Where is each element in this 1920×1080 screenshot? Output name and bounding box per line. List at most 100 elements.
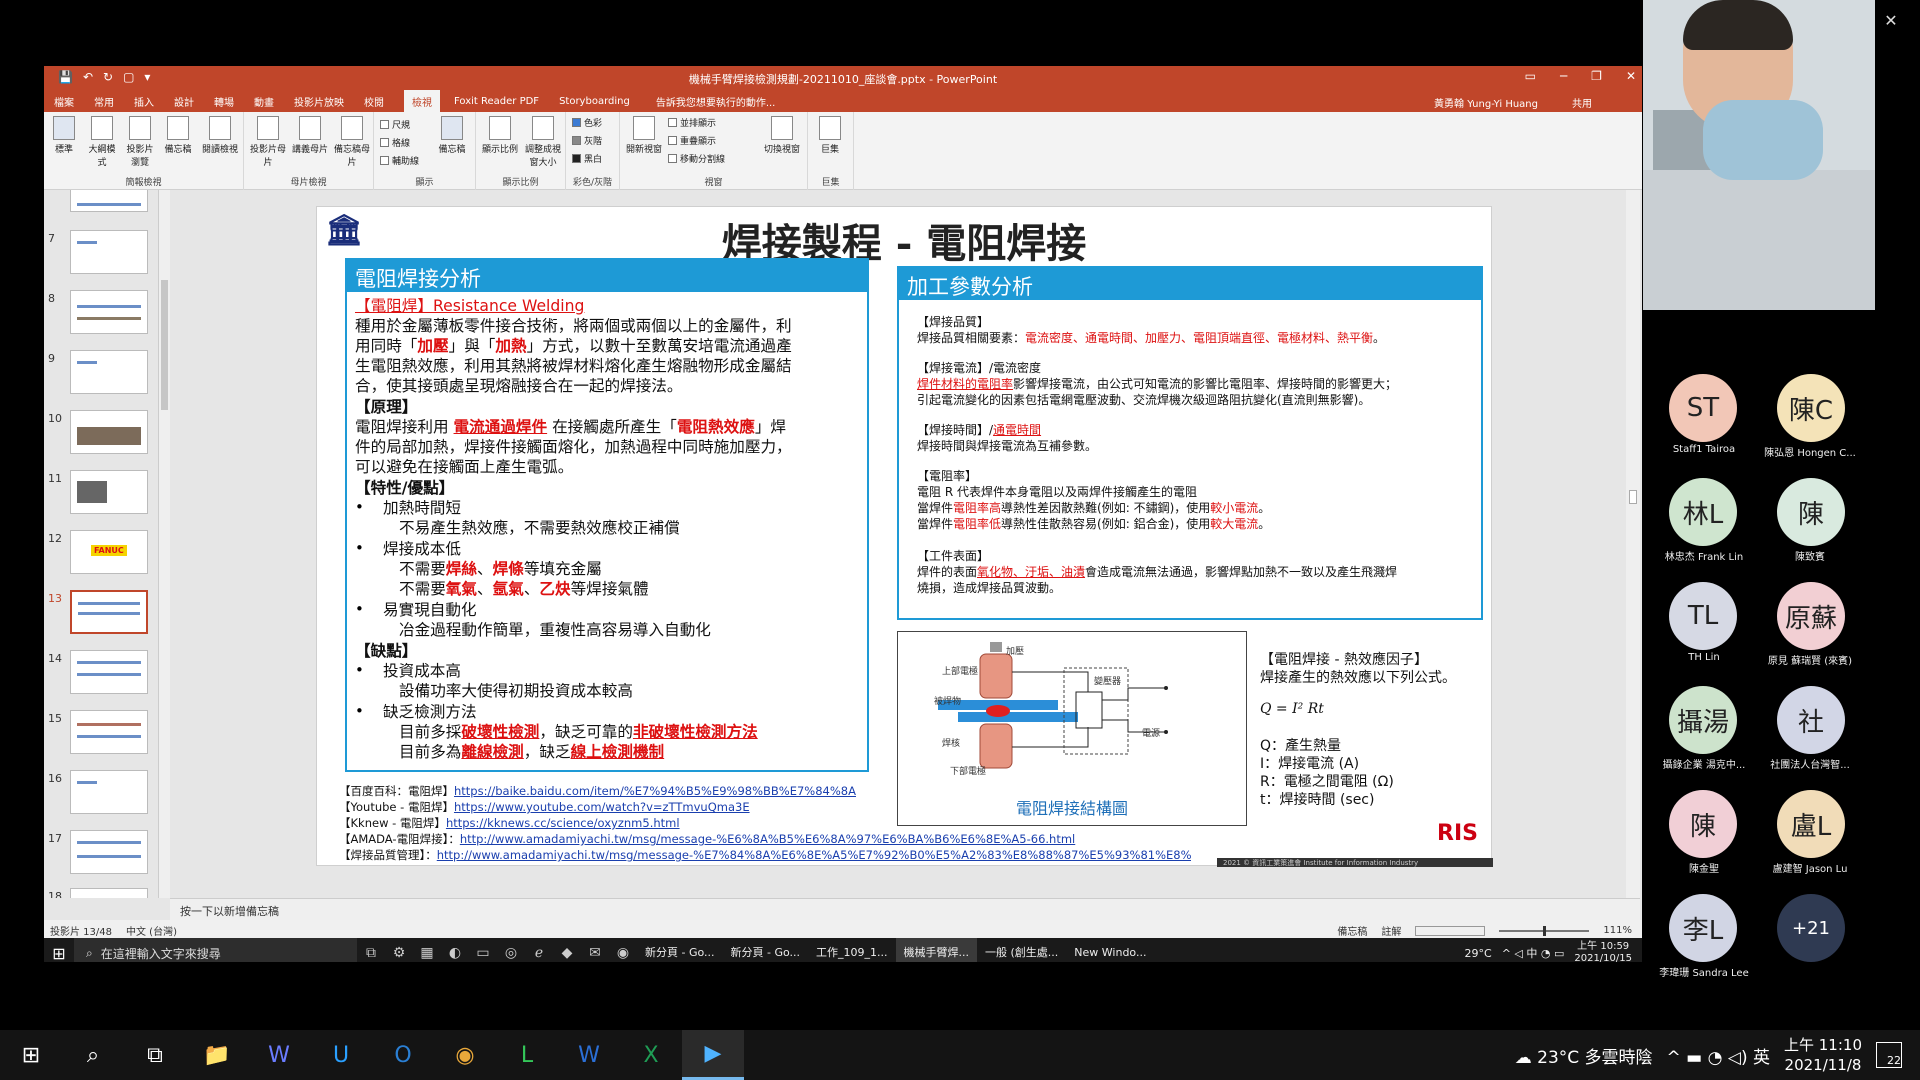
slide-thumbnail-8[interactable]: 8 [48, 290, 154, 338]
webex-icon[interactable]: W [248, 1030, 310, 1080]
settings-icon[interactable]: ⚙ [385, 938, 413, 962]
user-name[interactable]: 黃勇翰 Yung-Yi Huang [1434, 95, 1538, 110]
participant-avatar[interactable]: TL [1669, 582, 1737, 650]
outlook-icon[interactable]: ✉ [581, 938, 609, 962]
slide-thumbnail-18[interactable]: 18 [48, 888, 154, 898]
slide-scrollbar[interactable] [1626, 190, 1640, 898]
slide-thumbnail-14[interactable]: 14 [48, 650, 154, 698]
ref-link[interactable]: https://baike.baidu.com/item/%E7%94%B5%E… [454, 784, 856, 798]
participant-avatar[interactable]: 陳C [1777, 374, 1845, 442]
outlook-icon[interactable]: O [372, 1030, 434, 1080]
normal-view-button[interactable]: 標準 [48, 116, 80, 155]
notification-center-button[interactable]: 22 [1876, 1042, 1902, 1068]
slide-master-button[interactable]: 投影片母片 [248, 116, 288, 168]
u-app-icon[interactable]: U [310, 1030, 372, 1080]
inner-weather[interactable]: 29°C [1465, 947, 1492, 960]
task-view-icon[interactable]: ⧉ [357, 938, 385, 962]
fit-window-button[interactable]: 調整成視窗大小 [522, 116, 564, 168]
participant-avatar[interactable]: 李L [1669, 894, 1737, 962]
slide-thumbnail-12[interactable]: 12 FANUC [48, 530, 154, 578]
taskbar-app-chrome-1[interactable]: 新分頁 - Go... [637, 938, 723, 962]
excel-icon[interactable]: X [620, 1030, 682, 1080]
slide-thumbnail-9[interactable]: 9 [48, 350, 154, 398]
ruler-checkbox[interactable]: 尺規 [380, 118, 410, 131]
view-buttons-icon[interactable] [1415, 925, 1486, 936]
zoom-button[interactable]: 顯示比例 [480, 116, 520, 155]
slide-thumbnail-7[interactable]: 7 [48, 230, 154, 278]
participant-avatar[interactable]: 陳 [1669, 790, 1737, 858]
notes-toggle-button[interactable]: 備忘稿 [436, 116, 468, 155]
reading-view-button[interactable]: 閱讀檢視 [200, 116, 240, 155]
tab-storyboarding[interactable]: Storyboarding [559, 96, 630, 107]
ie-icon[interactable]: ℯ [525, 938, 553, 962]
gridlines-checkbox[interactable]: 格線 [380, 136, 410, 149]
slide-sorter-button[interactable]: 投影片瀏覽 [124, 116, 156, 168]
ppt-minimize-button[interactable]: ─ [1560, 69, 1567, 83]
cascade-button[interactable]: 重疊顯示 [668, 134, 716, 147]
language-indicator[interactable]: 中文 (台灣) [126, 923, 177, 938]
taskbar-app-teams[interactable]: 一般 (創生處... [977, 938, 1066, 962]
participant-avatar[interactable]: 攝湯 [1669, 686, 1737, 754]
zoom-thumb-icon[interactable] [1543, 925, 1547, 936]
slide-thumbnail-15[interactable]: 15 [48, 710, 154, 758]
media-icon[interactable]: ◐ [441, 938, 469, 962]
calculator-icon[interactable]: ▦ [413, 938, 441, 962]
inner-clock[interactable]: 上午 10:59 2021/10/15 [1574, 941, 1632, 962]
task-view-icon[interactable]: ⧉ [124, 1030, 186, 1080]
tab-file[interactable]: 檔案 [54, 94, 74, 109]
notes-master-button[interactable]: 備忘稿母片 [332, 116, 372, 168]
tell-me-box[interactable]: 告訴我您想要執行的動作... [656, 94, 776, 109]
participant-avatar[interactable]: 陳 [1777, 478, 1845, 546]
windows-start-icon[interactable]: ⊞ [44, 944, 74, 963]
share-button[interactable]: 共用 [1572, 95, 1592, 110]
tab-review[interactable]: 校閱 [364, 94, 384, 109]
outer-tray-icons[interactable]: ^ ▬ ◔ ◁) 英 [1667, 1043, 1770, 1068]
ref-link[interactable]: http://www.amadamiyachi.tw/msg/message-%… [460, 832, 1075, 846]
file-explorer-icon[interactable]: 📁 [186, 1030, 248, 1080]
participant-avatar[interactable]: 盧L [1777, 790, 1845, 858]
comments-status-button[interactable]: 註解 [1381, 923, 1401, 938]
chrome-icon[interactable]: ◉ [434, 1030, 496, 1080]
ribbon-display-icon[interactable]: ▭ [1525, 69, 1536, 83]
thumbnail-scrollbar[interactable] [158, 190, 170, 898]
participant-avatar[interactable]: 社 [1777, 686, 1845, 754]
new-window-button[interactable]: 開新視窗 [624, 116, 664, 155]
slide-thumbnail-13[interactable]: 13 [48, 590, 154, 638]
zoom-slider[interactable] [1499, 925, 1590, 936]
visual-studio-icon[interactable]: ◆ [553, 938, 581, 962]
ppt-restore-button[interactable]: ❐ [1591, 69, 1602, 83]
slide-thumbnail-11[interactable]: 11 [48, 470, 154, 518]
search-icon[interactable]: ⌕ [62, 1030, 124, 1080]
tab-slideshow[interactable]: 投影片放映 [294, 94, 344, 109]
notes-pane[interactable]: 按一下以新增備忘稿 [170, 898, 1640, 920]
taskbar-app-folder[interactable]: 工作_109_1... [808, 938, 895, 962]
ref-link[interactable]: http://www.amadamiyachi.tw/msg/message-%… [437, 848, 1191, 862]
tab-foxit[interactable]: Foxit Reader PDF [454, 96, 539, 107]
ref-link[interactable]: https://kknews.cc/science/oxyznm5.html [446, 816, 680, 830]
ref-link[interactable]: https://www.youtube.com/watch?v=zTTmvuQm… [454, 800, 750, 814]
slide-thumbnail-17[interactable]: 17 [48, 830, 154, 878]
tab-home[interactable]: 常用 [94, 94, 114, 109]
word-icon[interactable]: W [558, 1030, 620, 1080]
move-split-button[interactable]: 移動分割線 [668, 152, 725, 165]
inner-tray-icons[interactable]: ^ ◁ 中 ◔ ▭ [1502, 945, 1565, 961]
macros-button[interactable]: 巨集 [814, 116, 846, 155]
ppt-close-button[interactable]: ✕ [1626, 69, 1636, 83]
tab-transitions[interactable]: 轉場 [214, 94, 234, 109]
taskbar-search-box[interactable]: ⌕ 在這裡輸入文字來搜尋 [74, 938, 357, 962]
line-icon[interactable]: L [496, 1030, 558, 1080]
tab-view[interactable]: 檢視 [404, 89, 440, 113]
slide-thumbnail-10[interactable]: 10 [48, 410, 154, 458]
arrange-all-button[interactable]: 並排顯示 [668, 116, 716, 129]
participant-avatar[interactable]: 原蘇 [1777, 582, 1845, 650]
participant-avatar[interactable]: ST [1669, 374, 1737, 442]
outline-view-button[interactable]: 大綱模式 [86, 116, 118, 168]
windows-start-icon[interactable]: ⊞ [0, 1030, 62, 1080]
more-participants-button[interactable]: +21 [1777, 894, 1845, 962]
outer-weather[interactable]: ☁ 23°C 多雲時陰 [1515, 1043, 1653, 1068]
outer-clock[interactable]: 上午 11:10 2021/11/8 [1784, 1035, 1862, 1075]
notes-page-button[interactable]: 備忘稿 [162, 116, 194, 155]
switch-windows-button[interactable]: 切換視窗 [760, 116, 804, 155]
tab-animations[interactable]: 動畫 [254, 94, 274, 109]
terminal-icon[interactable]: ▭ [469, 938, 497, 962]
